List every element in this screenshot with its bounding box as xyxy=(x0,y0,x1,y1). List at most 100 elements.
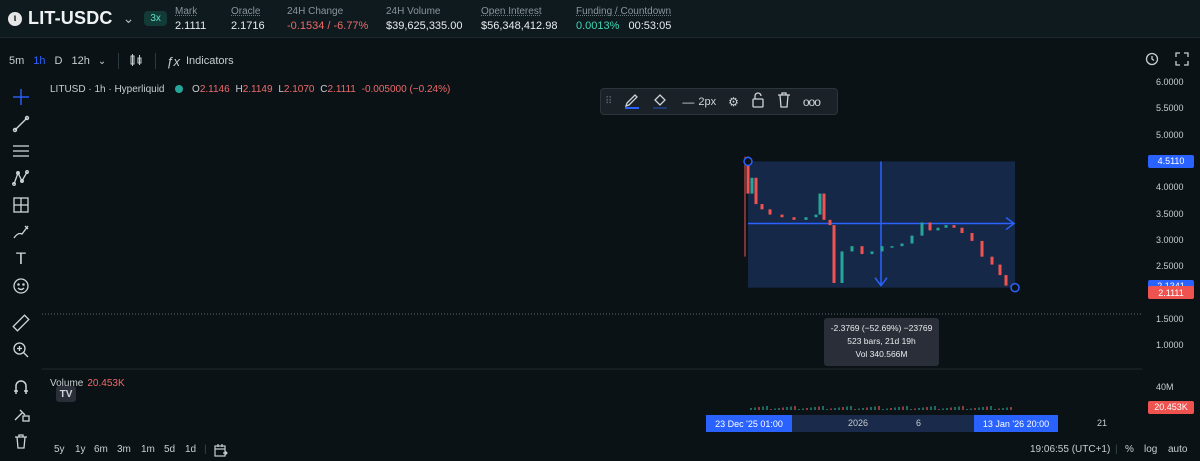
candle xyxy=(832,225,836,283)
chevron-down-icon[interactable]: ⌄ xyxy=(98,56,106,67)
measure-tooltip: -2.3769 (−52.69%) −23769 523 bars, 21d 1… xyxy=(824,318,939,366)
funding-rate: 0.0013% xyxy=(576,20,620,32)
volume-bar xyxy=(834,408,836,410)
drag-handle-icon[interactable]: ⠿ xyxy=(605,96,612,107)
leverage-badge[interactable]: 3x xyxy=(144,11,167,26)
lock-icon[interactable] xyxy=(751,92,765,111)
timeframe-5m[interactable]: 5m xyxy=(9,55,24,67)
volume-tick: 40M xyxy=(1156,382,1174,392)
legend-low: 2.1070 xyxy=(283,84,315,95)
divider: | xyxy=(1115,444,1118,455)
volume-bar xyxy=(990,406,992,410)
price-tick: 3.0000 xyxy=(1156,234,1184,245)
volume-bar xyxy=(910,409,912,410)
ruler-icon[interactable] xyxy=(10,312,32,334)
volume-bar xyxy=(838,407,840,410)
candle xyxy=(910,235,914,244)
pair-selector[interactable]: ι LIT-USDC ⌄ xyxy=(8,8,134,29)
pattern-icon[interactable] xyxy=(10,167,32,189)
fib-grid-icon[interactable] xyxy=(10,194,32,216)
brush-icon[interactable] xyxy=(10,221,32,243)
timeframe-d[interactable]: D xyxy=(55,55,63,67)
emoji-icon[interactable] xyxy=(10,275,32,297)
fill-color-icon[interactable] xyxy=(652,91,668,112)
trend-line-icon[interactable] xyxy=(10,113,32,135)
range-5y[interactable]: 5y xyxy=(54,444,65,455)
clock-utc[interactable]: 19:06:55 (UTC+1) xyxy=(1030,444,1110,455)
chevron-down-icon[interactable]: ⌄ xyxy=(123,10,135,27)
percent-toggle[interactable]: % xyxy=(1125,444,1134,455)
lit-token-icon: ι xyxy=(8,11,22,26)
candle-type-icon[interactable] xyxy=(129,53,143,70)
volume-bar xyxy=(814,407,816,410)
legend-open-label: O xyxy=(192,84,200,95)
lock-drawing-icon[interactable] xyxy=(10,403,32,425)
volume-bar xyxy=(886,408,888,410)
range-1m[interactable]: 1m xyxy=(141,444,155,455)
volume-bar xyxy=(1002,408,1004,410)
stat-label: Open Interest xyxy=(481,6,542,17)
time-axis[interactable]: 23 Dec '25 01:00 2026 6 13 Jan '26 20:00… xyxy=(42,415,1142,433)
volume-bar xyxy=(874,406,876,410)
stat-value: 2.1716 xyxy=(231,20,265,32)
line-width-value[interactable]: 2px xyxy=(698,96,716,108)
magnet-icon[interactable] xyxy=(10,376,32,398)
timeframe-1h[interactable]: 1h xyxy=(33,55,45,67)
text-tool-icon[interactable]: T xyxy=(10,248,32,270)
price-tick: 2.5000 xyxy=(1156,261,1184,272)
range-1y[interactable]: 1y xyxy=(75,444,86,455)
line-width-icon[interactable]: — xyxy=(682,95,694,109)
tradingview-logo-icon: TV xyxy=(56,386,76,402)
volume-bar xyxy=(914,408,916,410)
legend-high: 2.1149 xyxy=(242,84,273,95)
goto-date-icon[interactable] xyxy=(214,444,228,460)
range-5d[interactable]: 5d xyxy=(164,444,175,455)
volume-bar xyxy=(822,406,824,410)
auto-toggle[interactable]: auto xyxy=(1168,444,1187,455)
volume-bar xyxy=(954,407,956,410)
time-tag-end: 13 Jan '26 20:00 xyxy=(974,415,1058,432)
candle xyxy=(970,233,974,241)
function-icon[interactable]: ƒx xyxy=(166,54,180,69)
crosshair-icon[interactable] xyxy=(10,86,32,108)
delete-trash-icon[interactable] xyxy=(777,92,791,111)
settings-gear-icon[interactable]: ⚙ xyxy=(728,95,739,109)
price-axis[interactable]: 6.0000 5.5000 5.0000 4.0000 3.5000 3.0000 2.50… xyxy=(1142,74,1200,414)
zoom-in-icon[interactable] xyxy=(10,339,32,361)
price-tag: 4.5110 xyxy=(1148,154,1194,168)
range-3m[interactable]: 3m xyxy=(117,444,131,455)
volume-bar xyxy=(898,407,900,410)
stat-label: 24H Change xyxy=(287,6,344,17)
more-options-icon[interactable]: ooo xyxy=(803,95,821,109)
pencil-color-icon[interactable] xyxy=(624,91,640,112)
time-tick: 6 xyxy=(916,418,922,428)
measure-handle-end xyxy=(1010,282,1020,293)
candle xyxy=(822,193,826,220)
candlestick-canvas[interactable] xyxy=(42,78,1142,413)
candle xyxy=(900,243,904,247)
stat-value: $56,348,412.98 xyxy=(481,20,558,32)
timeframe-12h[interactable]: 12h xyxy=(71,55,89,67)
horizontal-lines-icon[interactable] xyxy=(10,140,32,162)
stat-label: 24H Volume xyxy=(386,6,441,17)
price-chart[interactable]: LITUSD · 1h · Hyperliquid O2.1146 H2.114… xyxy=(42,78,1142,413)
alert-clock-icon[interactable] xyxy=(1145,52,1159,69)
candle xyxy=(920,222,924,236)
volume-bar xyxy=(890,408,892,410)
price-tick: 5.0000 xyxy=(1156,129,1184,140)
price-tick: 3.5000 xyxy=(1156,208,1184,219)
candle xyxy=(840,251,844,283)
trash-icon[interactable] xyxy=(10,430,32,452)
stat-open-interest: Open Interest $56,348,412.98 xyxy=(481,6,557,32)
log-toggle[interactable]: log xyxy=(1144,444,1157,455)
indicators-button[interactable]: Indicators xyxy=(186,55,234,67)
price-tick: 5.5000 xyxy=(1156,103,1184,114)
range-6m[interactable]: 6m xyxy=(94,444,108,455)
volume-bar xyxy=(790,406,792,410)
chart-toolbar: 5m 1h D 12h ⌄ ƒx Indicators xyxy=(0,48,1200,74)
range-1d[interactable]: 1d xyxy=(185,444,196,455)
bottom-toolbar: 5y 1y 6m 3m 1m 5d 1d | 19:06:55 (UTC+1) … xyxy=(42,441,1200,461)
fullscreen-icon[interactable] xyxy=(1175,52,1189,69)
time-tick: 21 xyxy=(1097,418,1108,428)
candle xyxy=(792,217,796,220)
